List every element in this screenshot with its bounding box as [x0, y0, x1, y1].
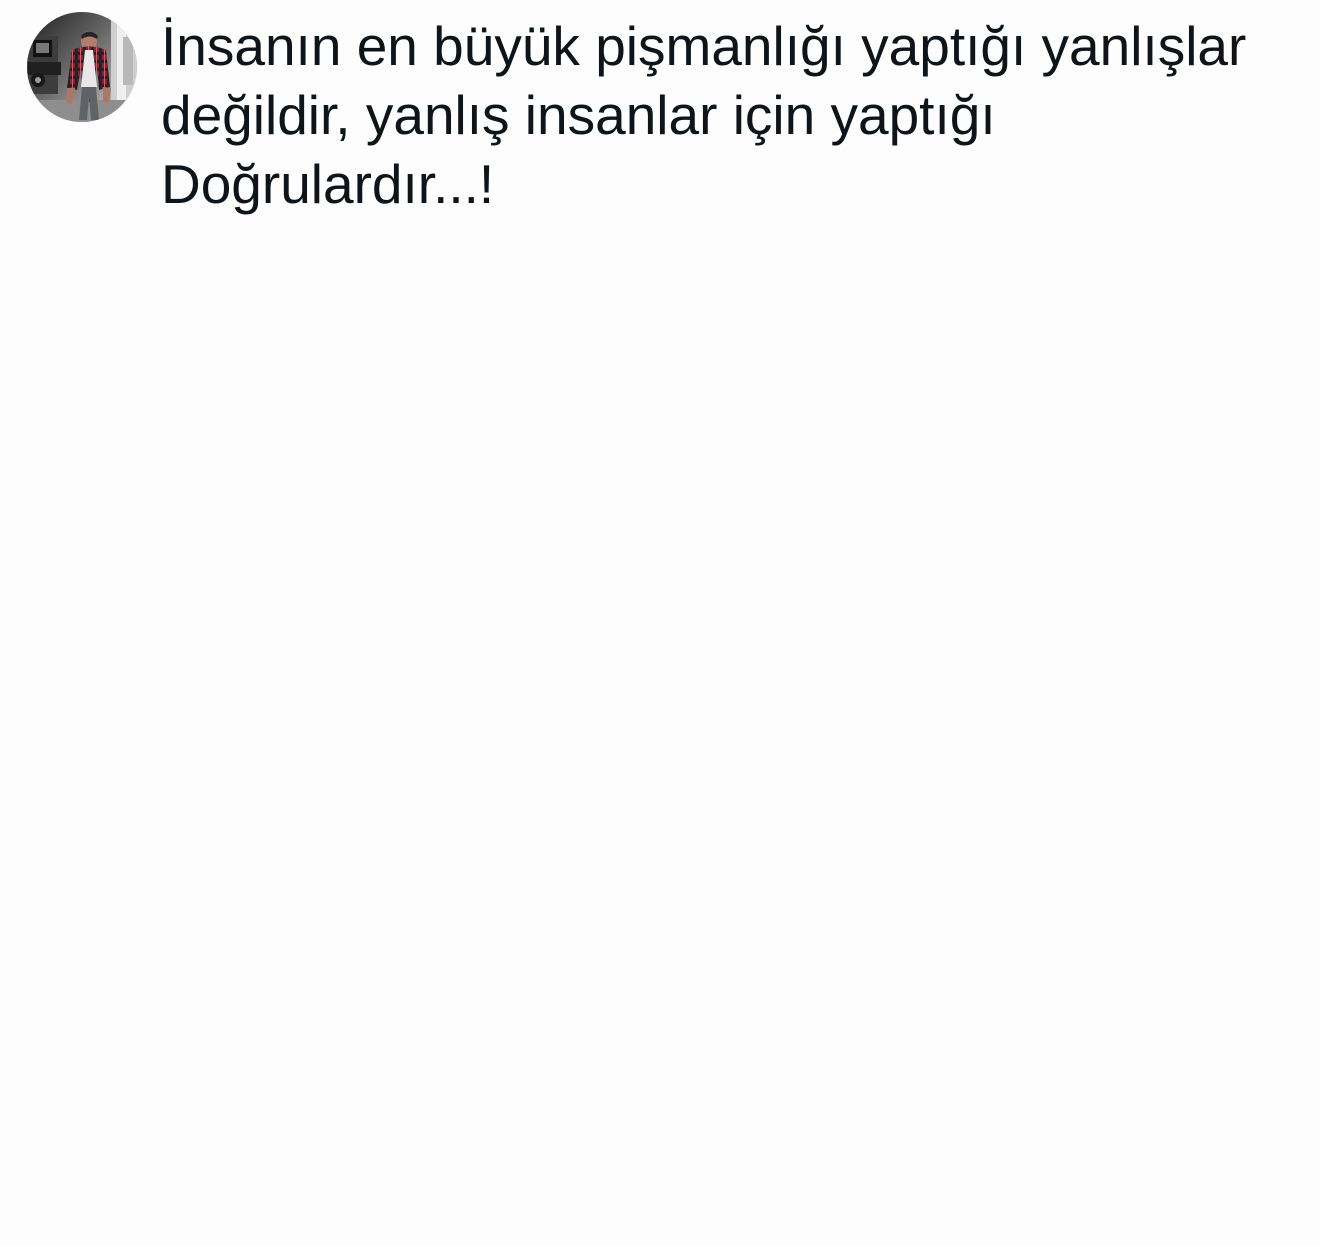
profile-photo-icon — [27, 12, 137, 122]
tweet-card: İnsanın en büyük pişmanlığı yaptığı yanl… — [0, 0, 1320, 1246]
tweet-text: İnsanın en büyük pişmanlığı yaptığı yanl… — [161, 15, 1247, 215]
profile-avatar[interactable] — [27, 12, 137, 122]
